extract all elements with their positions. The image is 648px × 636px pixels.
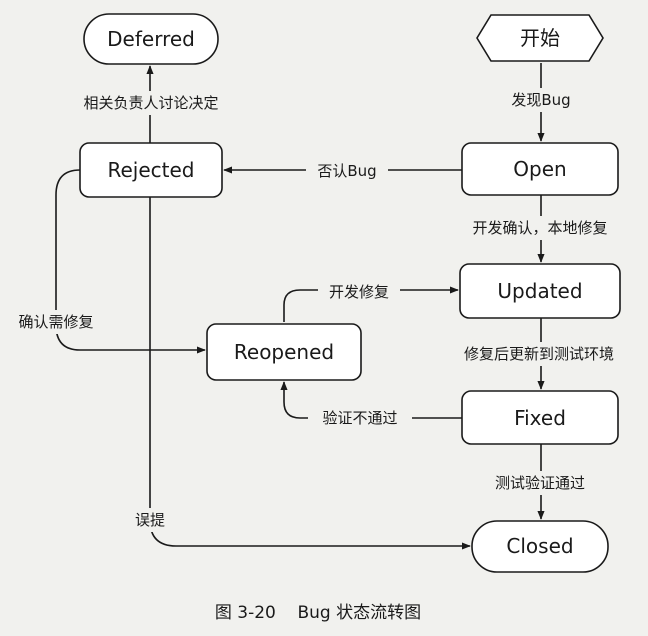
state-reopened-label: Reopened — [234, 340, 334, 364]
label-fixed-reopened: 验证不通过 — [322, 409, 397, 427]
label-rejected-deferred: 相关负责人讨论决定 — [83, 94, 218, 112]
state-updated-label: Updated — [497, 279, 582, 303]
label-open-updated: 开发确认，本地修复 — [472, 219, 607, 237]
diagram-canvas: 发现Bug 否认Bug 相关负责人讨论决定 开发确认，本地修复 确认需修复 开发… — [4, 13, 638, 623]
state-rejected-label: Rejected — [107, 158, 194, 182]
label-rejected-closed: 误提 — [135, 511, 165, 529]
state-open-label: Open — [513, 157, 566, 181]
label-rejected-reopened: 确认需修复 — [18, 313, 93, 331]
figure-caption: 图 3-20 Bug 状态流转图 — [215, 603, 421, 623]
label-fixed-closed: 测试验证通过 — [495, 474, 585, 492]
state-fixed-label: Fixed — [514, 406, 566, 430]
label-open-rejected: 否认Bug — [317, 162, 376, 180]
state-start-label: 开始 — [520, 26, 560, 50]
state-deferred-label: Deferred — [107, 27, 195, 51]
state-closed-label: Closed — [506, 534, 573, 558]
label-start-open: 发现Bug — [511, 91, 570, 109]
label-updated-fixed: 修复后更新到测试环境 — [464, 345, 614, 363]
label-reopened-updated: 开发修复 — [329, 283, 389, 301]
bug-state-diagram: 发现Bug 否认Bug 相关负责人讨论决定 开发确认，本地修复 确认需修复 开发… — [0, 0, 648, 632]
